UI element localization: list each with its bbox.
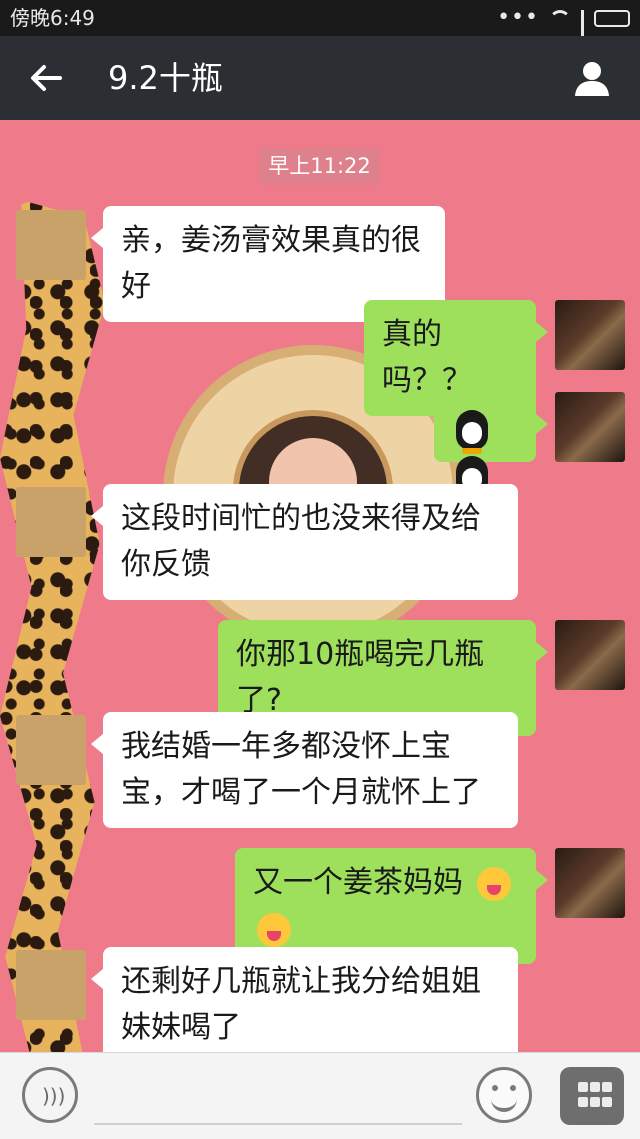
nav-bar: 9.2十瓶	[0, 36, 640, 120]
wifi-icon	[549, 10, 571, 26]
status-icons: •••	[497, 0, 630, 48]
chat-title: 9.2十瓶	[108, 59, 223, 97]
message-bubble-incoming[interactable]: 还剩好几瓶就让我分给姐姐妹妹喝了	[91, 947, 518, 1052]
message-text: 你那10瓶喝完几瓶了?	[236, 637, 485, 718]
penguin-emoji-icon	[456, 409, 488, 454]
tongue-emoji-icon	[257, 912, 291, 947]
contact-avatar[interactable]	[16, 487, 86, 557]
message-text: 真的吗？？	[382, 317, 472, 398]
emoji-icon[interactable]	[476, 1067, 532, 1123]
message-text: 又一个姜茶妈妈	[253, 865, 463, 900]
leopard-decoration	[0, 200, 105, 1052]
chat-area[interactable]: 早上11:22 亲，姜汤膏效果真的很好 真的吗？？ 这段时间忙的也没来得及给你反…	[0, 120, 640, 1052]
message-bubble-incoming[interactable]: 我结婚一年多都没怀上宝宝，才喝了一个月就怀上了	[91, 712, 518, 828]
battery-icon	[594, 9, 630, 27]
message-input[interactable]	[94, 1071, 462, 1125]
input-bar: )))	[0, 1052, 640, 1139]
message-text: 还剩好几瓶就让我分给姐姐妹妹喝了	[121, 964, 481, 1045]
back-arrow-icon[interactable]	[26, 58, 66, 98]
profile-icon[interactable]	[572, 58, 612, 98]
my-avatar[interactable]	[555, 848, 625, 918]
voice-icon[interactable]: )))	[22, 1067, 78, 1123]
contact-avatar[interactable]	[16, 950, 86, 1020]
my-avatar[interactable]	[555, 300, 625, 370]
message-text: 亲，姜汤膏效果真的很好	[121, 223, 421, 304]
tongue-emoji-icon	[476, 866, 511, 901]
message-bubble-outgoing[interactable]	[434, 392, 548, 500]
more-dots-icon: •••	[497, 5, 539, 30]
contact-avatar[interactable]	[16, 210, 86, 280]
my-avatar[interactable]	[555, 392, 625, 462]
message-text: 这段时间忙的也没来得及给你反馈	[121, 501, 481, 582]
message-text: 我结婚一年多都没怀上宝宝，才喝了一个月就怀上了	[121, 729, 481, 810]
more-grid-icon[interactable]	[560, 1067, 624, 1125]
status-bar: 傍晚6:49 •••	[0, 0, 640, 48]
message-bubble-incoming[interactable]: 这段时间忙的也没来得及给你反馈	[91, 484, 518, 600]
contact-avatar[interactable]	[16, 715, 86, 785]
status-time: 傍晚6:49	[10, 6, 95, 30]
chat-timestamp: 早上11:22	[259, 148, 380, 185]
my-avatar[interactable]	[555, 620, 625, 690]
signal-icon	[581, 10, 584, 48]
